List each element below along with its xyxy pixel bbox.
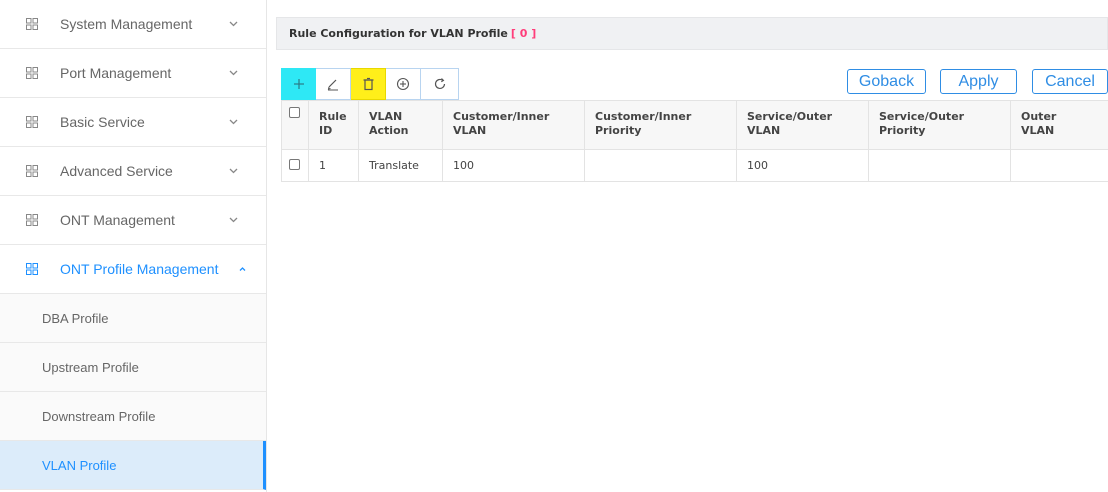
cell-customer-inner-vlan: 100	[442, 149, 585, 182]
grid-icon	[26, 116, 38, 128]
sidebar-item-basic-service[interactable]: Basic Service	[0, 98, 266, 147]
sidebar-subitem-label: DBA Profile	[42, 310, 109, 326]
refresh-button[interactable]	[421, 68, 459, 100]
sidebar-item-label: System Management	[60, 16, 193, 32]
sidebar-subitem-label: Upstream Profile	[42, 359, 139, 375]
add-circle-button[interactable]	[386, 68, 421, 100]
edit-button[interactable]	[316, 68, 351, 100]
cell-rule-id: 1	[308, 149, 359, 182]
sidebar: System Management Port Management Basic …	[0, 0, 267, 492]
sidebar-subitem-label: VLAN Profile	[42, 457, 117, 473]
plus-icon	[293, 79, 304, 89]
refresh-icon	[434, 78, 445, 90]
sidebar-item-label: ONT Management	[60, 212, 175, 228]
column-header-vlan-action: VLAN Action	[358, 100, 443, 150]
toolbar	[281, 68, 459, 100]
sidebar-item-label: Advanced Service	[60, 163, 173, 179]
sidebar-subitem-downstream-profile[interactable]: Downstream Profile	[0, 392, 266, 441]
column-header-customer-inner-vlan: Customer/Inner VLAN	[442, 100, 585, 150]
sidebar-item-advanced-service[interactable]: Advanced Service	[0, 147, 266, 196]
sidebar-item-system-management[interactable]: System Management	[0, 0, 266, 49]
main-content: Rule Configuration for VLAN Profile [ 0 …	[276, 0, 1108, 492]
grid-icon	[26, 18, 38, 30]
cell-vlan-action: Translate	[358, 149, 443, 182]
column-header-service-outer-vlan: Service/Outer VLAN	[736, 100, 869, 150]
cell-customer-inner-priority	[584, 149, 737, 182]
cell-service-outer-priority	[868, 149, 1011, 182]
select-all-checkbox-cell[interactable]	[281, 100, 309, 150]
cell-outer-vlan	[1010, 149, 1108, 182]
row-checkbox[interactable]	[289, 158, 300, 170]
sidebar-subitem-label: Downstream Profile	[42, 408, 156, 424]
add-button[interactable]	[281, 68, 316, 100]
grid-icon	[26, 165, 38, 177]
goback-button[interactable]: Goback	[847, 69, 926, 94]
sidebar-item-label: Basic Service	[60, 114, 145, 130]
chevron-down-icon	[229, 21, 238, 27]
chevron-down-icon	[229, 70, 238, 76]
page-title: Rule Configuration for VLAN Profile	[289, 27, 508, 40]
grid-icon	[26, 214, 38, 226]
sidebar-item-port-management[interactable]: Port Management	[0, 49, 266, 98]
delete-button[interactable]	[351, 68, 386, 100]
chevron-down-icon	[229, 217, 238, 223]
sidebar-item-label: ONT Profile Management	[60, 261, 219, 277]
sidebar-subitem-upstream-profile[interactable]: Upstream Profile	[0, 343, 266, 392]
grid-icon	[26, 67, 38, 79]
circle-plus-icon	[396, 77, 410, 91]
chevron-down-icon	[229, 168, 238, 174]
chevron-down-icon	[229, 119, 238, 125]
sidebar-subitem-vlan-profile[interactable]: VLAN Profile	[0, 441, 266, 490]
sidebar-item-ont-profile-management[interactable]: ONT Profile Management	[0, 245, 266, 294]
grid-icon	[26, 263, 38, 275]
cancel-button[interactable]: Cancel	[1032, 69, 1108, 94]
table-row[interactable]: 1 Translate 100 100	[281, 149, 1108, 182]
row-checkbox-cell[interactable]	[281, 149, 309, 182]
column-header-rule-id: Rule ID	[308, 100, 359, 150]
select-all-checkbox[interactable]	[289, 107, 300, 118]
vlan-rule-table: Rule ID VLAN Action Customer/Inner VLAN Cus…	[281, 100, 1108, 182]
edit-icon	[327, 79, 338, 91]
chevron-up-icon	[239, 267, 246, 271]
column-header-customer-inner-priority: Customer/Inner Priority	[584, 100, 737, 150]
sidebar-item-ont-management[interactable]: ONT Management	[0, 196, 266, 245]
cell-service-outer-vlan: 100	[736, 149, 869, 182]
page-title-bar: Rule Configuration for VLAN Profile [ 0 …	[276, 17, 1108, 50]
column-header-outer-vlan: Outer VLAN	[1010, 100, 1108, 150]
sidebar-subitem-dba-profile[interactable]: DBA Profile	[0, 294, 266, 343]
trash-icon	[363, 77, 373, 91]
column-header-service-outer-priority: Service/Outer Priority	[868, 100, 1011, 150]
rule-count-badge: [ 0 ]	[510, 27, 537, 40]
sidebar-item-label: Port Management	[60, 65, 172, 81]
apply-button[interactable]: Apply	[940, 69, 1017, 94]
table-header-row: Rule ID VLAN Action Customer/Inner VLAN Cus…	[281, 100, 1108, 150]
